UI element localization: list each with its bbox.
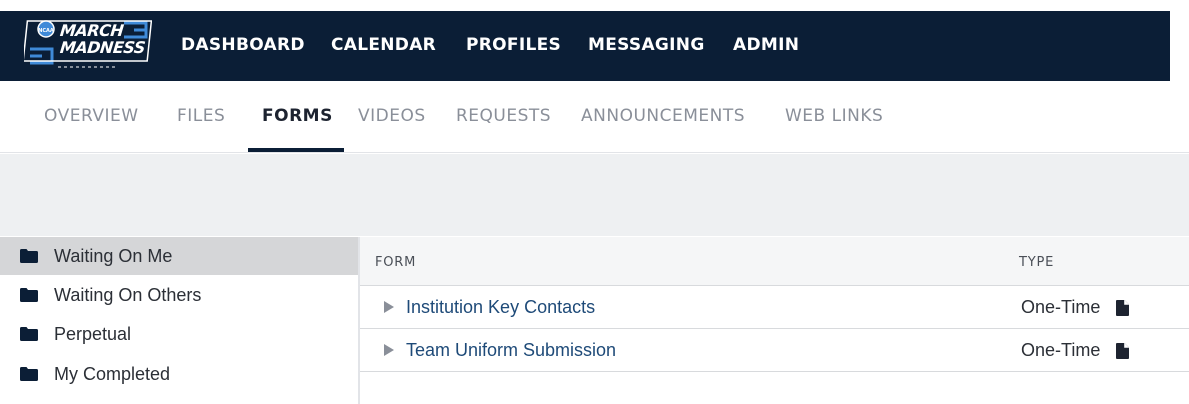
folder-icon	[20, 288, 38, 302]
sidebar-item-label: My Completed	[54, 363, 171, 384]
form-name-link[interactable]: Institution Key Contacts	[406, 297, 595, 318]
logo-text-line1: MARCH	[59, 21, 125, 40]
toolbar-band	[0, 154, 1189, 236]
nav-dashboard[interactable]: DASHBOARD	[181, 35, 305, 55]
folder-icon	[20, 249, 38, 263]
nav-admin[interactable]: ADMIN	[733, 35, 799, 55]
table-row[interactable]: Institution Key Contacts One-Time	[360, 286, 1189, 329]
logo-text-line2: MADNESS	[59, 38, 146, 57]
sidebar-item-my-completed[interactable]: My Completed	[0, 355, 358, 393]
tab-overview[interactable]: OVERVIEW	[44, 106, 139, 126]
form-type: One-Time	[1021, 340, 1101, 360]
sub-nav: OVERVIEW FILES FORMS VIDEOS REQUESTS ANN…	[0, 82, 1189, 154]
table-header: FORM TYPE	[360, 237, 1189, 286]
tab-requests[interactable]: REQUESTS	[456, 106, 551, 126]
document-icon	[1116, 300, 1129, 316]
tab-web-links[interactable]: WEB LINKS	[785, 106, 883, 126]
march-madness-logo[interactable]: NCAA MARCH MADNESS	[22, 15, 153, 73]
forms-table: FORM TYPE Institution Key Contacts One-T…	[360, 237, 1189, 404]
sidebar-item-perpetual[interactable]: Perpetual	[0, 315, 358, 353]
folder-icon	[20, 327, 38, 341]
top-navbar-inner: NCAA MARCH MADNESS DASHBOARD CALENDAR PR…	[0, 11, 1170, 81]
column-header-form[interactable]: FORM	[375, 255, 416, 270]
expand-arrow-icon[interactable]	[384, 301, 394, 313]
nav-messaging[interactable]: MESSAGING	[588, 35, 705, 55]
document-icon	[1116, 343, 1129, 359]
sidebar-item-waiting-on-others[interactable]: Waiting On Others	[0, 276, 358, 314]
forms-sidebar: Waiting On Me Waiting On Others Perpetua…	[0, 237, 358, 404]
sidebar-item-label: Waiting On Me	[54, 245, 173, 266]
sidebar-item-label: Perpetual	[54, 323, 132, 344]
tab-forms[interactable]: FORMS	[262, 106, 333, 126]
folder-icon	[20, 367, 38, 381]
nav-calendar[interactable]: CALENDAR	[331, 35, 436, 55]
svg-text:NCAA: NCAA	[38, 28, 54, 34]
nav-profiles[interactable]: PROFILES	[466, 35, 561, 55]
expand-arrow-icon[interactable]	[384, 344, 394, 356]
form-type: One-Time	[1021, 297, 1101, 317]
subnav-divider	[0, 152, 1189, 153]
sidebar-item-waiting-on-me[interactable]: Waiting On Me	[0, 237, 358, 275]
tab-files[interactable]: FILES	[177, 106, 225, 126]
tab-announcements[interactable]: ANNOUNCEMENTS	[581, 106, 745, 126]
top-navbar: NCAA MARCH MADNESS DASHBOARD CALENDAR PR…	[0, 0, 1189, 82]
column-header-type[interactable]: TYPE	[1019, 255, 1054, 270]
sidebar-item-label: Waiting On Others	[54, 284, 202, 305]
form-name-link[interactable]: Team Uniform Submission	[406, 340, 616, 361]
tab-videos[interactable]: VIDEOS	[358, 106, 426, 126]
table-row[interactable]: Team Uniform Submission One-Time	[360, 329, 1189, 372]
